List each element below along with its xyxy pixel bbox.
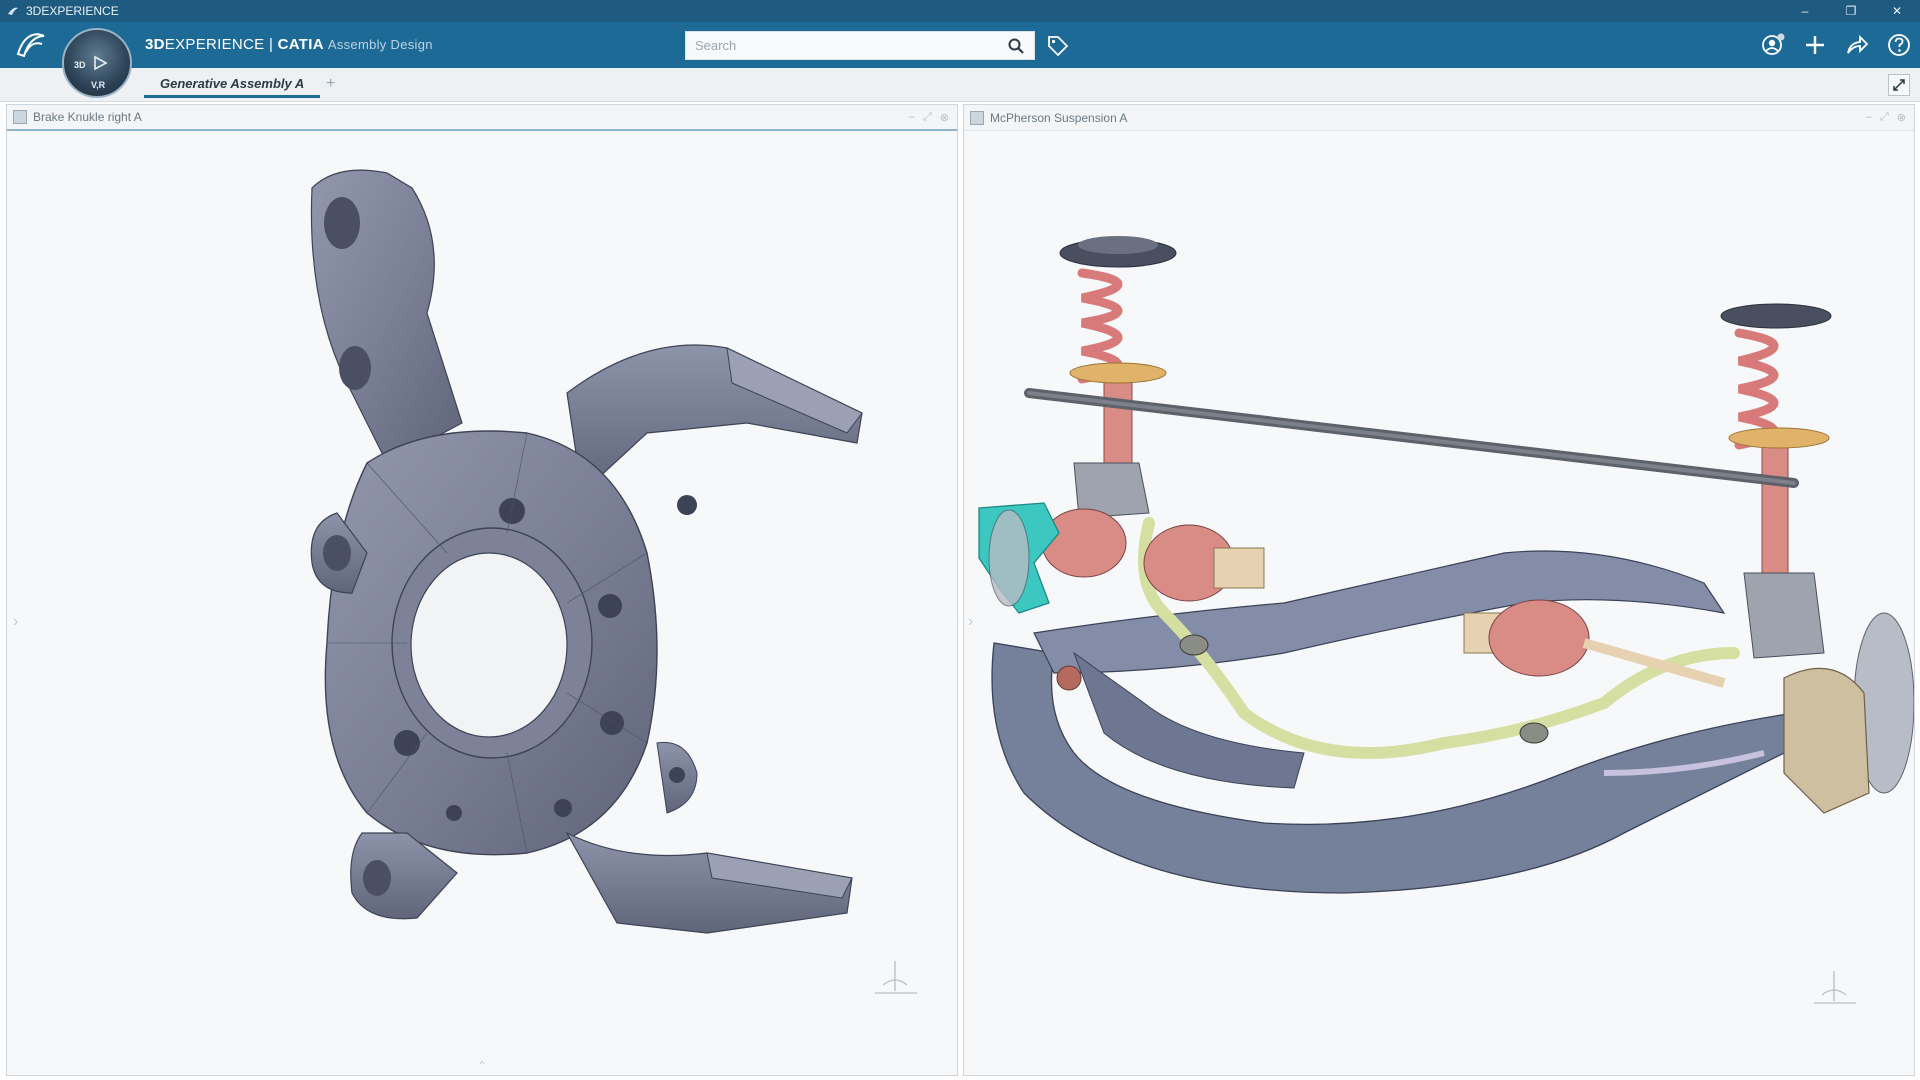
compass-vr-label: V,R xyxy=(91,80,106,90)
tag-icon[interactable] xyxy=(1046,34,1070,58)
compass-3d-label: 3D xyxy=(74,60,86,70)
top-right-tools xyxy=(1758,30,1914,60)
left-3d-viewport[interactable]: › ⌃ xyxy=(7,133,957,1075)
ds-logo-icon[interactable] xyxy=(8,22,54,68)
right-3d-viewport[interactable]: › xyxy=(964,133,1914,1075)
view-compass-icon[interactable] xyxy=(1804,963,1864,1013)
window-title: 3DEXPERIENCE xyxy=(26,4,119,18)
add-icon[interactable] xyxy=(1800,30,1830,60)
brand-prefix: 3D xyxy=(145,36,165,53)
left-viewer-panel[interactable]: Brake Knukle right A – ⤢ ⊗ › ⌃ xyxy=(6,104,958,1076)
share-icon[interactable] xyxy=(1842,30,1872,60)
right-panel-header: McPherson Suspension A – ⤢ ⊗ xyxy=(964,105,1914,131)
search-box xyxy=(685,31,1035,60)
left-panel-controls: – ⤢ ⊗ xyxy=(909,111,957,124)
panel-maximize-icon[interactable]: ⤢ xyxy=(923,111,932,124)
panel-close-icon[interactable]: ⊗ xyxy=(940,111,949,124)
right-panel-controls: – ⤢ ⊗ xyxy=(1866,111,1914,124)
search-input[interactable] xyxy=(686,32,998,59)
window-controls: – ❐ ✕ xyxy=(1782,0,1920,22)
close-button[interactable]: ✕ xyxy=(1874,0,1920,22)
left-panel-title: Brake Knukle right A xyxy=(33,110,142,124)
panel-minimize-icon[interactable]: – xyxy=(909,111,915,124)
part-icon xyxy=(13,110,27,124)
help-icon[interactable] xyxy=(1884,30,1914,60)
brand-name: EXPERIENCE xyxy=(164,36,265,53)
app-brand: 3DEXPERIENCE | CATIA Assembly Design xyxy=(145,36,433,53)
brake-knuckle-model[interactable] xyxy=(7,133,957,1075)
brand-app: Assembly Design xyxy=(327,37,433,52)
mcpherson-suspension-model[interactable] xyxy=(964,133,1914,1075)
left-panel-header: Brake Knukle right A – ⤢ ⊗ xyxy=(7,105,957,131)
brand-separator: | xyxy=(264,36,278,53)
right-panel-title: McPherson Suspension A xyxy=(990,110,1128,125)
panel-maximize-icon[interactable]: ⤢ xyxy=(1880,111,1889,124)
right-viewer-panel[interactable]: McPherson Suspension A – ⤢ ⊗ › xyxy=(963,104,1915,1076)
minimize-button[interactable]: – xyxy=(1782,0,1828,22)
window-title-bar: 3DEXPERIENCE – ❐ ✕ xyxy=(0,0,1920,22)
compass-icon[interactable]: 3D V,R xyxy=(62,28,132,98)
bottom-expand-icon[interactable]: ⌃ xyxy=(477,1059,487,1073)
search-icon[interactable] xyxy=(998,32,1034,59)
restore-button[interactable]: ❐ xyxy=(1828,0,1874,22)
tab-generative-assembly[interactable]: Generative Assembly A xyxy=(144,72,321,98)
add-tab-button[interactable]: + xyxy=(326,75,335,93)
fullscreen-icon[interactable] xyxy=(1888,74,1910,96)
user-profile-icon[interactable] xyxy=(1758,30,1788,60)
play-icon xyxy=(94,55,108,71)
side-expand-icon[interactable]: › xyxy=(968,613,973,631)
side-expand-icon[interactable]: › xyxy=(13,613,18,631)
assembly-icon xyxy=(970,110,984,125)
tabs-bar: Generative Assembly A + xyxy=(0,68,1920,102)
app-icon xyxy=(8,7,18,15)
view-compass-icon[interactable] xyxy=(865,953,925,1003)
brand-product: CATIA xyxy=(277,36,324,53)
panel-minimize-icon[interactable]: – xyxy=(1866,111,1872,124)
panel-close-icon[interactable]: ⊗ xyxy=(1897,111,1906,124)
